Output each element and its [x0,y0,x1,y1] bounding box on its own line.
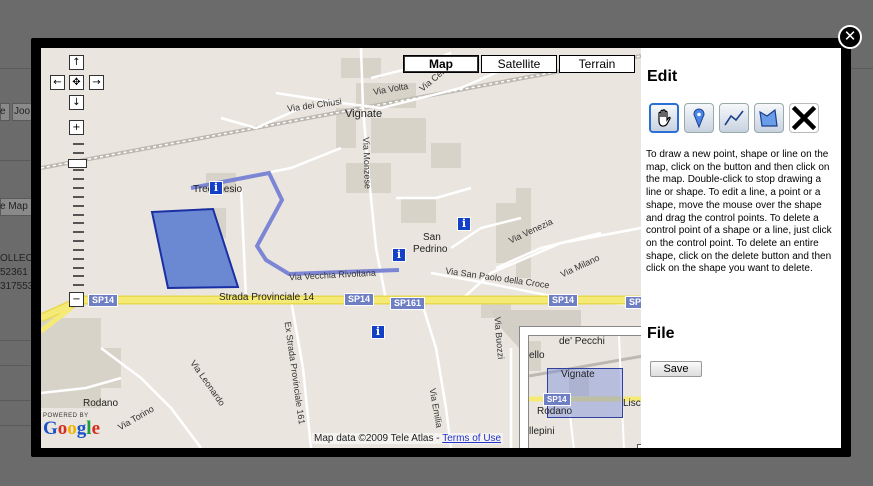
overview-map-view[interactable]: de' Pecchi ello Vignate SP14 Rodano Lisc… [528,335,641,448]
zoom-out-button[interactable]: − [69,292,84,307]
google-logo: POWERED BY Google [43,413,100,439]
logo-letter: g [76,418,87,439]
zoom-level-tick[interactable] [73,275,84,278]
overview-label: llepini [529,426,555,437]
pan-left-button[interactable]: ← [50,75,65,90]
zoom-level-tick[interactable] [73,213,84,216]
zoom-level-tick[interactable] [73,169,84,172]
map-data-text: Map data ©2009 Tele Atlas - [314,433,443,444]
logo-letter: e [91,418,100,439]
line-icon [724,110,744,126]
poi-info-icon[interactable]: i [392,248,406,262]
delete-tool-button[interactable] [789,103,819,133]
poi-info-icon[interactable]: i [457,217,471,231]
zoom-level-tick[interactable] [73,266,84,269]
bg-text: 317553 [0,281,34,292]
edit-section-title: Edit [647,68,678,85]
place-label: Rodano [83,398,119,409]
edit-toolbar [649,103,824,133]
save-button[interactable]: Save [650,361,702,377]
zoom-level-tick[interactable] [73,240,84,243]
route-shield: SP14 [548,294,579,307]
zoom-level-tick[interactable] [73,195,84,198]
zoom-level-tick[interactable] [73,187,84,190]
close-icon: ✕ [843,27,857,45]
zoom-level-tick[interactable] [73,257,84,260]
polygon-icon [759,108,778,127]
line-tool-button[interactable] [719,103,749,133]
zoom-level-tick[interactable] [73,284,84,287]
place-label: San [423,232,441,243]
place-label: Pedrino [413,244,448,255]
zoom-level-tick[interactable] [73,143,84,145]
zoom-level-tick[interactable] [73,178,84,181]
pan-center-button[interactable]: ✥ [69,75,84,90]
place-label: Vignate [345,108,383,120]
shape-tool-button[interactable] [754,103,784,133]
overview-shield: SP14 [543,393,571,406]
zoom-level-tick[interactable] [73,231,84,234]
route-shield: SP14 [88,294,119,307]
overview-label: Lisc [623,398,641,409]
zoom-level-tick[interactable] [73,222,84,225]
zoom-level-tick[interactable] [73,248,84,251]
bg-text: 52361 [0,267,28,278]
bg-text: Joo [14,106,31,117]
overview-label: ello [529,350,545,361]
file-section-title: File [647,325,675,342]
overview-label: Vignate [561,369,595,380]
map-type-control: Map Satellite Terrain [403,55,637,73]
map-type-satellite-button[interactable]: Satellite [481,55,557,73]
logo-letter: o [67,418,77,439]
point-tool-button[interactable] [684,103,714,133]
google-wordmark: Google [43,419,100,439]
zoom-in-button[interactable]: + [69,120,84,135]
pan-right-button[interactable]: → [89,75,104,90]
pin-icon [693,108,705,129]
road-label: Via Monzese [361,136,373,190]
road-label: Strada Provinciale 14 [219,292,315,303]
pan-down-button[interactable]: ↓ [69,95,84,110]
zoom-slider-thumb[interactable] [68,158,87,168]
zoom-level-tick[interactable] [73,151,84,154]
map-type-terrain-button[interactable]: Terrain [559,55,635,73]
logo-letter: o [57,418,68,439]
hand-icon [658,109,671,127]
bg-text: e [0,106,6,117]
route-shield: SP161 [390,297,426,310]
route-shield: SP14 [344,293,375,306]
zoom-level-tick[interactable] [73,204,84,207]
route-shield: SP14 [625,296,641,309]
map-attribution: Map data ©2009 Tele Atlas - Terms of Use [312,433,504,444]
close-button[interactable]: ✕ [838,25,862,49]
logo-letter: G [43,418,58,439]
edit-help-text: To draw a new point, shape or line on th… [646,149,832,275]
delete-x-icon [791,105,817,131]
terms-of-use-link[interactable]: Terms of Use [442,433,501,444]
editor-panel: Edit To draw a new point, shape or line … [641,48,841,448]
overview-map[interactable]: de' Pecchi ello Vignate SP14 Rodano Lisc… [519,326,641,448]
overview-label: Rodano [537,406,573,417]
poi-info-icon[interactable]: i [209,181,223,195]
map-type-map-button[interactable]: Map [403,55,479,73]
poi-info-icon[interactable]: i [371,325,385,339]
pan-tool-button[interactable] [649,103,679,133]
pan-up-button[interactable]: ↑ [69,55,84,70]
map-canvas[interactable]: Vignate Trecanesio San Pedrino Rodano Vi… [41,48,641,448]
overview-label: de' Pecchi [559,336,605,347]
